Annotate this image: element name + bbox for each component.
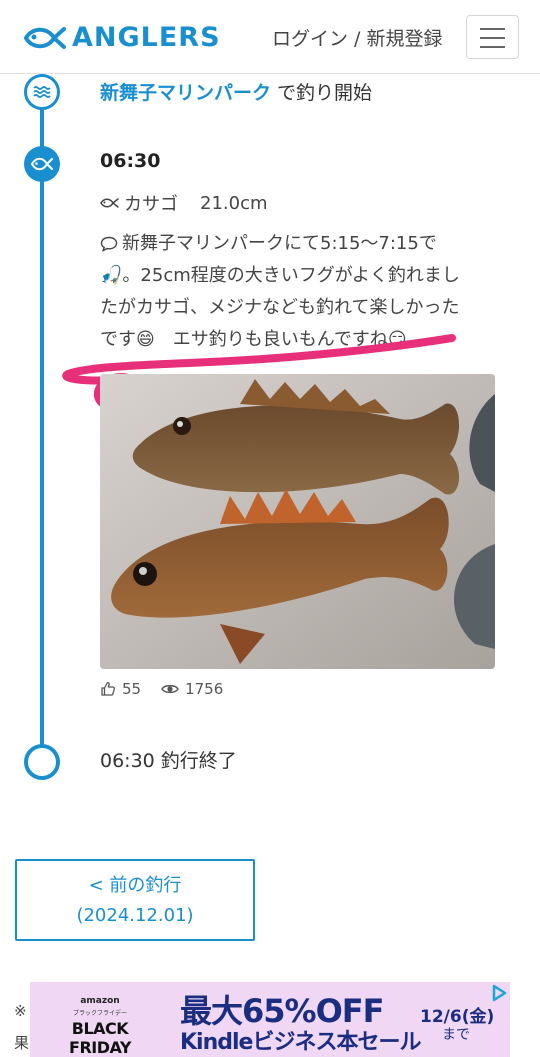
catch-comment: 新舞子マリンパークにて5:15〜7:15で 🎣。25cm程度の大きいフグがよく釣… bbox=[100, 228, 500, 356]
note-line-2: 果 bbox=[14, 1034, 30, 1052]
page-note: ※ 果 bbox=[14, 995, 29, 1057]
menu-bar-icon bbox=[480, 37, 505, 39]
catch-species[interactable]: カサゴ bbox=[124, 190, 178, 216]
previous-trip-button[interactable]: < 前の釣行 (2024.12.01) bbox=[15, 859, 255, 941]
catch-info-row: カサゴ 21.0cm bbox=[100, 190, 268, 216]
fish-logo-icon bbox=[23, 26, 66, 49]
comment-line-3: たがカサゴ、メジナなども釣れて楽しかった bbox=[100, 297, 460, 318]
timeline-end-node bbox=[24, 744, 60, 780]
fishing-start-row: 新舞子マリンパーク で釣り開始 bbox=[100, 78, 372, 105]
catch-stats: 55 1756 bbox=[100, 680, 243, 698]
ad-until: まで bbox=[442, 1027, 470, 1043]
fish-icon bbox=[100, 198, 119, 208]
fish-photo-image bbox=[100, 374, 495, 669]
eye-icon bbox=[161, 684, 179, 694]
like-count-value: 55 bbox=[122, 680, 142, 698]
waves-icon bbox=[33, 86, 51, 98]
view-count-value: 1756 bbox=[185, 680, 224, 698]
menu-bar-icon bbox=[480, 28, 505, 30]
comment-line-2: 🎣。25cm程度の大きいフグがよく釣れまし bbox=[100, 265, 460, 286]
view-count: 1756 bbox=[161, 680, 223, 698]
comment-line-1: 新舞子マリンパークにて5:15〜7:15で bbox=[122, 233, 437, 254]
catch-photo[interactable] bbox=[100, 374, 495, 669]
site-header: ANGLERS ログイン / 新規登録 bbox=[0, 0, 540, 74]
fishing-spot-link[interactable]: 新舞子マリンパーク bbox=[100, 82, 271, 104]
timeline-start-node bbox=[24, 74, 60, 110]
ad-banner[interactable]: amazon ブラックフライデー BLACK FRIDAY 最大65%OFF K… bbox=[30, 982, 510, 1057]
catch-time: 06:30 bbox=[100, 150, 161, 172]
previous-trip-date: (2024.12.01) bbox=[76, 905, 194, 926]
start-text: で釣り開始 bbox=[271, 82, 373, 104]
ad-choices-icon[interactable] bbox=[490, 984, 508, 1002]
thumbs-up-icon bbox=[101, 681, 116, 696]
login-signup-link[interactable]: ログイン / 新規登録 bbox=[272, 24, 442, 51]
fishing-end-row: 06:30 釣行終了 bbox=[100, 750, 237, 772]
ad-subline: Kindleビジネス本セール bbox=[180, 1030, 421, 1055]
fish-icon bbox=[30, 157, 53, 171]
ad-brand-sub: ブラックフライデー bbox=[72, 1010, 127, 1017]
site-logo[interactable]: ANGLERS bbox=[22, 22, 221, 53]
ad-brand-block: amazon ブラックフライデー BLACK FRIDAY bbox=[40, 996, 160, 1057]
logo-text: ANGLERS bbox=[72, 22, 221, 53]
ad-event: BLACK FRIDAY bbox=[69, 1019, 131, 1057]
timeline-catch-node bbox=[24, 146, 60, 182]
menu-bar-icon bbox=[480, 46, 505, 48]
previous-trip-label: < 前の釣行 bbox=[88, 875, 182, 896]
hamburger-menu-button[interactable] bbox=[466, 15, 519, 59]
catch-size: 21.0cm bbox=[200, 192, 268, 214]
note-line-1: ※ bbox=[14, 1002, 27, 1020]
comment-line-4: です😄 エサ釣りも良いもんですね😏 bbox=[100, 329, 407, 350]
ad-brand: amazon bbox=[80, 996, 120, 1006]
like-count[interactable]: 55 bbox=[100, 680, 141, 698]
speech-bubble-icon bbox=[100, 236, 118, 252]
